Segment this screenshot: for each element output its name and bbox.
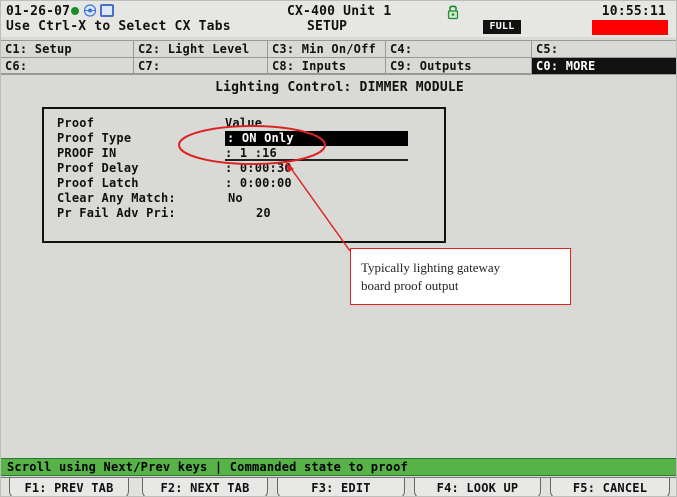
header-date: 01-26-07 — [6, 4, 71, 19]
proof-header-label: Proof — [57, 116, 95, 130]
header-time: 10:55:11 — [601, 4, 666, 19]
proof-labels: Proof Proof Type PROOF IN Proof Delay Pr… — [57, 116, 176, 221]
f4-look-up-button[interactable]: F4: LOOK UP — [414, 478, 541, 496]
header-unit-name: CX-400 Unit 1 — [287, 4, 392, 19]
device-screen: 01-26-07 Use Ctrl-X to Select CX Tabs CX… — [0, 0, 677, 497]
header-bar: 01-26-07 Use Ctrl-X to Select CX Tabs CX… — [1, 1, 676, 37]
tab-c7[interactable]: C7: — [134, 58, 268, 75]
header-mode: SETUP — [307, 19, 348, 34]
header-hint: Use Ctrl-X to Select CX Tabs — [6, 19, 231, 34]
tab-c6[interactable]: C6: — [1, 58, 134, 75]
f2-next-tab-button[interactable]: F2: NEXT TAB — [142, 478, 268, 496]
page-title: Lighting Control: DIMMER MODULE — [215, 80, 464, 95]
function-key-bar: F1: PREV TAB F2: NEXT TAB F3: EDIT F4: L… — [1, 477, 676, 496]
tab-c9-outputs[interactable]: C9: Outputs — [386, 58, 532, 75]
tab-c1-setup[interactable]: C1: Setup — [1, 41, 134, 58]
tab-c0-more[interactable]: C0: MORE — [532, 58, 676, 75]
tab-c8-inputs[interactable]: C8: Inputs — [268, 58, 386, 75]
proof-settings-panel: Proof Proof Type PROOF IN Proof Delay Pr… — [42, 107, 446, 243]
proof-in-label: PROOF IN — [57, 146, 117, 160]
pr-fail-adv-pri-value[interactable]: 20 — [225, 206, 444, 221]
proof-latch-label: Proof Latch — [57, 176, 139, 190]
f3-edit-button[interactable]: F3: EDIT — [277, 478, 405, 496]
proof-values: Value : ON Only : 1 :16 : 0:00:30 : 0:00… — [225, 116, 444, 221]
f5-cancel-button[interactable]: F5: CANCEL — [550, 478, 670, 496]
network-icon — [83, 4, 97, 17]
window-icon — [100, 4, 114, 17]
proof-type-label: Proof Type — [57, 131, 132, 145]
proof-header-value: Value — [225, 116, 263, 130]
clear-any-match-value[interactable]: No — [225, 191, 444, 206]
proof-latch-value[interactable]: : 0:00:00 — [225, 176, 444, 191]
proof-in-value[interactable]: : 1 :16 — [225, 146, 408, 161]
tab-strip: C1: Setup C2: Light Level C3: Min On/Off… — [1, 40, 676, 75]
clear-any-match-label: Clear Any Match: — [57, 191, 176, 205]
full-badge: FULL — [483, 20, 521, 34]
tab-c4[interactable]: C4: — [386, 41, 532, 58]
pr-fail-adv-pri-label: Pr Fail Adv Pri: — [57, 206, 176, 220]
f1-prev-tab-button[interactable]: F1: PREV TAB — [9, 478, 129, 496]
annotation-line-1: Typically lighting gateway — [361, 260, 501, 275]
proof-delay-label: Proof Delay — [57, 161, 139, 175]
tab-c3-min-on-off[interactable]: C3: Min On/Off — [268, 41, 386, 58]
tab-c2-light-level[interactable]: C2: Light Level — [134, 41, 268, 58]
proof-delay-value[interactable]: : 0:00:30 — [225, 161, 444, 176]
annotation-line-2: board proof output — [361, 278, 459, 293]
status-bar: Scroll using Next/Prev keys | Commanded … — [1, 458, 676, 476]
green-status-dot-icon — [71, 7, 79, 15]
annotation-callout — [178, 125, 351, 252]
proof-type-value[interactable]: : ON Only — [225, 131, 408, 146]
annotation-note: Typically lighting gateway board proof o… — [350, 248, 571, 305]
alarm-status-indicator — [592, 20, 668, 35]
tab-c5[interactable]: C5: — [532, 41, 676, 58]
lock-icon — [447, 5, 459, 20]
